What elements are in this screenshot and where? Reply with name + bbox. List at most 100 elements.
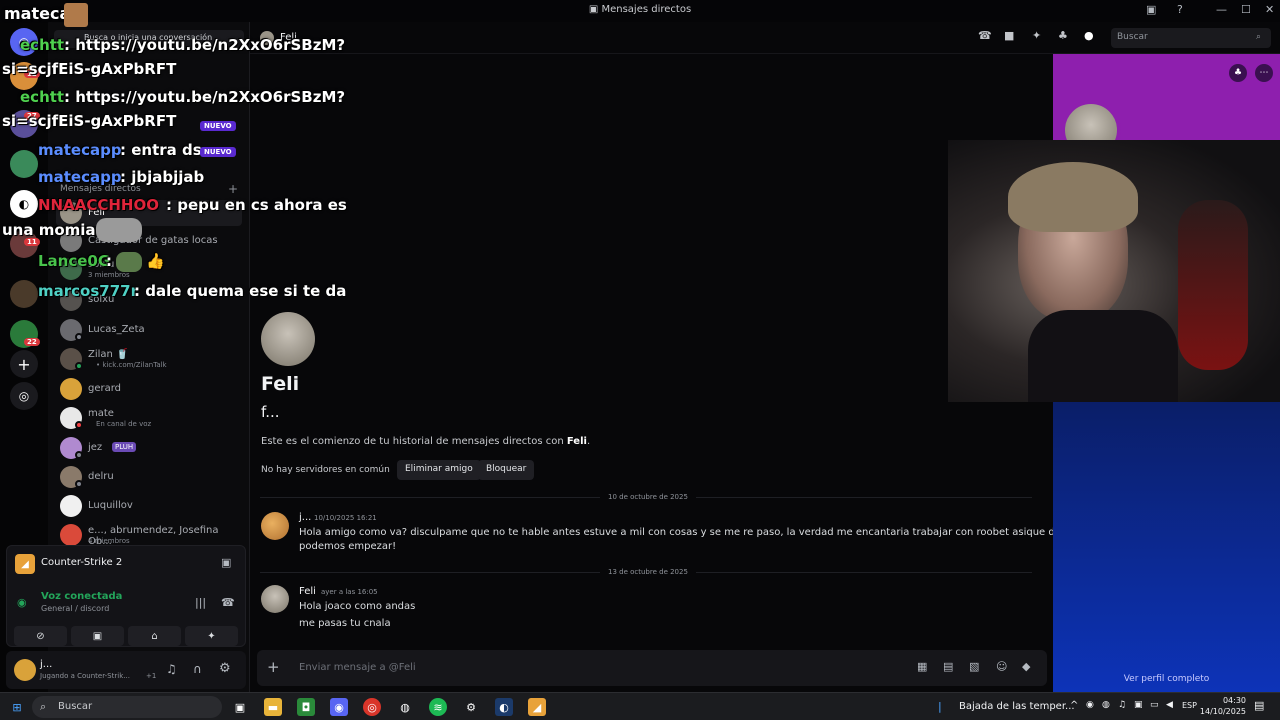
avatar[interactable] <box>261 585 289 613</box>
chat-username: matecapp <box>38 141 122 159</box>
more-options-icon[interactable]: ⋯ <box>1255 64 1273 82</box>
status-indicator <box>75 421 83 429</box>
streamer-hair <box>1008 162 1138 232</box>
pin-icon[interactable]: ✦ <box>1032 29 1041 42</box>
network-icon[interactable]: ▭ <box>1150 700 1159 710</box>
remove-friend-button[interactable]: Eliminar amigo <box>397 460 481 480</box>
microphone-icon[interactable]: ♫ <box>166 662 177 676</box>
gif-icon[interactable]: ▤ <box>943 660 953 673</box>
dm-item[interactable]: Luquillov <box>56 493 242 519</box>
gaming-chair <box>1178 200 1248 370</box>
dm-item[interactable]: Zilan 🥤 • kick.com/ZilanTalk <box>56 346 242 372</box>
apps-icon[interactable]: ◆ <box>1022 660 1030 673</box>
avatar[interactable] <box>261 512 289 540</box>
add-friend-icon[interactable]: ♣ <box>1229 64 1247 82</box>
minimize-button[interactable]: — <box>1216 3 1227 16</box>
add-server-icon[interactable]: + <box>10 350 38 378</box>
file-explorer-icon[interactable]: ▬ <box>264 698 282 716</box>
dm-item[interactable]: Lucas_Zeta <box>56 317 242 343</box>
activity-button[interactable]: ⌂ <box>128 626 181 646</box>
steam-icon[interactable]: ◐ <box>495 698 513 716</box>
chat-text: si=scjfEiS-gAxPbRFT <box>2 112 177 130</box>
message-author[interactable]: j... <box>299 512 311 523</box>
stream-icon[interactable]: ▣ <box>221 556 231 569</box>
chrome-icon[interactable]: ◎ <box>363 698 381 716</box>
close-button[interactable]: ✕ <box>1265 3 1274 16</box>
add-attachment-icon[interactable]: + <box>267 658 280 676</box>
date-label: 13 de octubre de 2025 <box>600 568 696 576</box>
volume-icon[interactable]: ◀ <box>1166 700 1173 710</box>
voice-channel[interactable]: General / discord <box>41 604 109 613</box>
dm-item[interactable]: delru <box>56 464 242 490</box>
headphones-icon[interactable]: ∩ <box>193 662 202 676</box>
store-icon[interactable]: ◘ <box>297 698 315 716</box>
dm-main: Feli ☎ ■ ✦ ♣ ● Buscar ⌕ Feli f... Este e… <box>250 22 1280 692</box>
share-screen-button[interactable]: ▣ <box>71 626 124 646</box>
help-icon[interactable]: ? <box>1177 3 1183 16</box>
notifications-icon[interactable]: ▤ <box>1254 699 1264 712</box>
status-indicator <box>75 362 83 370</box>
message-text: Hola joaco como andas <box>299 601 416 612</box>
chat-text: una momia <box>2 221 96 239</box>
soundboard-icon[interactable]: ||| <box>195 596 206 609</box>
chat-username: NNAACCHHOO <box>38 196 159 214</box>
thumbs-up-icon: 👍 <box>146 252 165 270</box>
inbox-icon[interactable]: ▣ <box>1146 3 1156 16</box>
settings-gear-icon[interactable]: ⚙ <box>219 661 231 676</box>
weather-text[interactable]: Bajada de las temper... <box>959 701 1075 712</box>
emoji-icon[interactable]: ☺ <box>996 660 1007 673</box>
message-text: me pasas tu cnala <box>299 618 391 629</box>
counter-strike-icon[interactable]: ◢ <box>528 698 546 716</box>
sticker-icon[interactable]: ▧ <box>969 660 979 673</box>
add-friend-icon[interactable]: ♣ <box>1058 29 1068 42</box>
tray-icon[interactable]: ◍ <box>1102 700 1110 710</box>
user-status-extra: +1 <box>146 672 157 680</box>
camera-off-button[interactable]: ⊘ <box>14 626 67 646</box>
chat-emote <box>116 252 142 272</box>
chevron-up-icon[interactable]: ^ <box>1070 700 1078 711</box>
task-view-icon[interactable]: ▣ <box>231 698 249 716</box>
discord-icon[interactable]: ◉ <box>330 698 348 716</box>
chat-username: echtt <box>20 88 65 106</box>
language-indicator[interactable]: ESP <box>1182 701 1197 710</box>
maximize-button[interactable]: ☐ <box>1241 3 1251 16</box>
spotify-icon[interactable]: ≋ <box>429 698 447 716</box>
taskbar-search[interactable]: ⌕ Buscar <box>32 696 222 718</box>
search-icon: ⌕ <box>40 700 47 713</box>
chat-text: si=scjfEiS-gAxPbRFT <box>2 60 177 78</box>
view-full-profile-link[interactable]: Ver perfil completo <box>1053 674 1280 684</box>
dm-item[interactable]: jez PLUH <box>56 435 242 461</box>
windows-start-icon[interactable]: ⊞ <box>8 698 26 716</box>
chat-emote <box>96 218 142 242</box>
soundboard-button[interactable]: ✦ <box>185 626 238 646</box>
taskbar: ⊞ ⌕ Buscar ▣ ▬ ◘ ◉ ◎ ◍ ≋ ⚙ ◐ ◢ | Bajada … <box>0 692 1280 720</box>
activity-game: Counter-Strike 2 <box>41 557 123 568</box>
settings-gear-icon[interactable]: ⚙ <box>462 698 480 716</box>
search-icon: ⌕ <box>1256 32 1262 42</box>
dm-item[interactable]: gerard <box>56 376 242 402</box>
user-name: j... <box>40 659 53 670</box>
no-servers-label: No hay servidores en común <box>261 465 390 475</box>
message-input[interactable]: Enviar mensaje a @Feli <box>299 662 416 673</box>
dm-item[interactable]: mate En canal de voz <box>56 405 242 431</box>
user-status: Jugando a Counter-Strik... <box>40 672 130 680</box>
gift-icon[interactable]: ▦ <box>917 660 927 673</box>
avatar <box>60 495 82 517</box>
chat-username: Lance0G <box>38 252 111 270</box>
message-author[interactable]: Feli <box>299 586 316 597</box>
streamer-emote <box>64 3 88 27</box>
explore-icon[interactable]: ◎ <box>10 382 38 410</box>
clock-time[interactable]: 04:30 <box>1206 696 1246 705</box>
user-profile-icon[interactable]: ● <box>1084 29 1094 42</box>
search-input[interactable]: Buscar <box>1111 28 1271 48</box>
tray-icon[interactable]: ▣ <box>1134 700 1143 710</box>
tray-icon[interactable]: ◉ <box>1086 700 1094 710</box>
app-icon[interactable]: ◍ <box>396 698 414 716</box>
block-button[interactable]: Bloquear <box>478 460 535 480</box>
avatar[interactable] <box>14 659 36 681</box>
disconnect-icon[interactable]: ☎ <box>221 596 235 609</box>
clock-date[interactable]: 14/10/2025 <box>1198 707 1246 716</box>
voice-call-icon[interactable]: ☎ <box>978 29 992 42</box>
video-call-icon[interactable]: ■ <box>1004 29 1014 42</box>
microphone-icon[interactable]: ♫ <box>1118 700 1126 710</box>
